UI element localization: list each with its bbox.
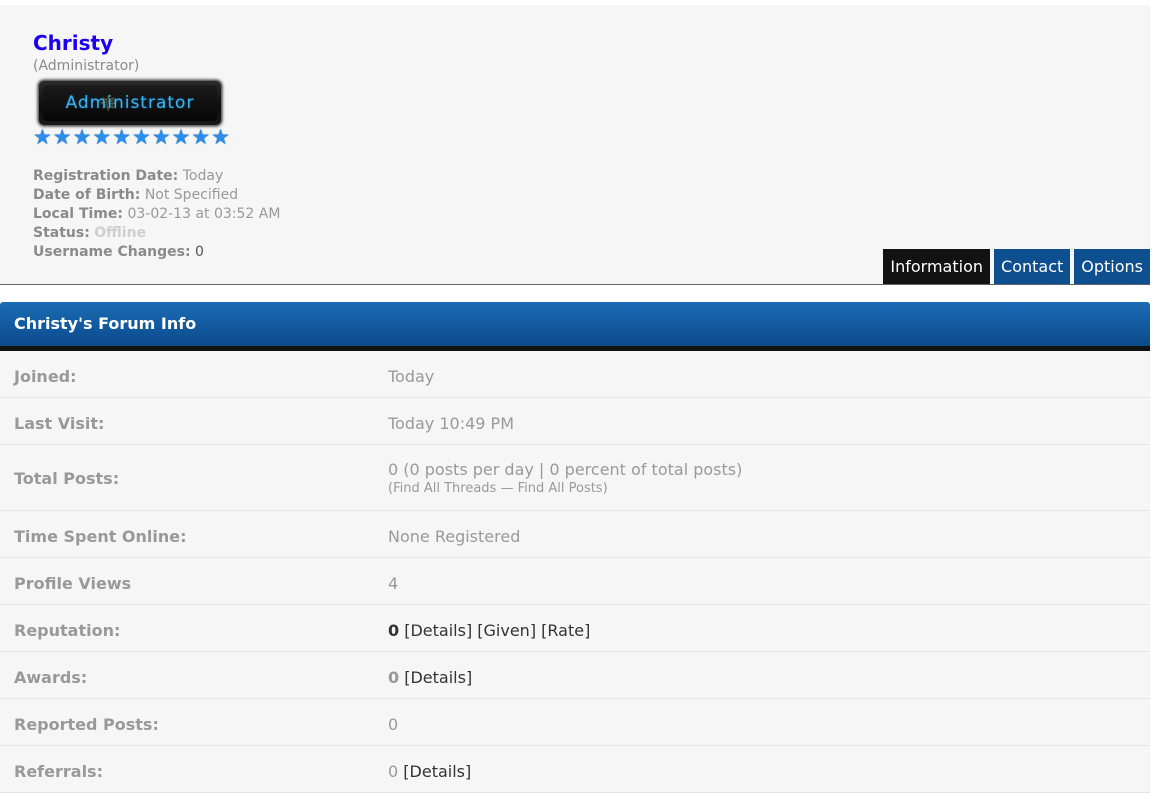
last-visit-label: Last Visit: — [14, 414, 105, 433]
star-icon: ★ — [191, 125, 211, 149]
forum-info-title: Christy's Forum Info — [0, 302, 1150, 351]
tab-contact[interactable]: Contact — [994, 249, 1071, 284]
referrals-details-link[interactable]: [Details] — [403, 762, 471, 781]
reported-posts-row: Reported Posts: 0 — [0, 699, 1150, 746]
reputation-rate-link[interactable]: [Rate] — [541, 621, 590, 640]
profile-tabs: Information Contact Options — [883, 249, 1150, 284]
referrals-value: 0 — [388, 762, 399, 781]
star-icon: ★ — [151, 125, 171, 149]
time-online-row: Time Spent Online: None Registered — [0, 511, 1150, 558]
awards-row: Awards: 0 [Details] — [0, 652, 1150, 699]
find-all-posts-link[interactable]: Find All Posts — [518, 481, 603, 496]
last-visit-value: Today 10:49 PM — [388, 414, 515, 433]
date-of-birth-value: Not Specified — [144, 187, 239, 203]
registration-date-label: Registration Date: — [33, 168, 179, 184]
awards-value: 0 — [388, 668, 400, 687]
date-of-birth-row: Date of Birth: Not Specified — [33, 186, 280, 205]
reputation-given-link[interactable]: [Given] — [477, 621, 536, 640]
reputation-row: Reputation: 0 [Details] [Given] [Rate] — [0, 605, 1150, 652]
star-icon: ★ — [131, 125, 151, 149]
tab-options[interactable]: Options — [1074, 249, 1150, 284]
reputation-value: 0 — [388, 621, 400, 640]
joined-row: Joined: Today — [0, 351, 1150, 398]
time-online-value: None Registered — [388, 527, 521, 546]
status-value: Offline — [94, 225, 147, 241]
joined-value: Today — [388, 367, 435, 386]
profile-header: Christy (Administrator) ✵ Administrator … — [0, 5, 1150, 285]
profile-details: Registration Date: Today Date of Birth: … — [33, 167, 280, 262]
status-row: Status: Offline — [33, 224, 280, 243]
find-separator: — — [496, 481, 518, 496]
forum-info-panel: Christy's Forum Info Joined: Today Last … — [0, 302, 1150, 793]
referrals-row: Referrals: 0 [Details] — [0, 746, 1150, 793]
profile-views-value: 4 — [388, 574, 399, 593]
find-links: (Find All Threads — Find All Posts) — [388, 481, 608, 496]
username-changes-row: Username Changes: 0 — [33, 243, 280, 262]
star-icon: ★ — [52, 125, 72, 149]
star-icon: ★ — [33, 125, 52, 149]
star-icon: ★ — [92, 125, 112, 149]
referrals-values: 0 [Details] — [388, 762, 471, 781]
time-online-label: Time Spent Online: — [14, 527, 187, 546]
local-time-row: Local Time: 03-02-13 at 03:52 AM — [33, 205, 280, 224]
total-posts-value: 0 (0 posts per day | 0 percent of total … — [388, 460, 743, 479]
awards-label: Awards: — [14, 668, 88, 687]
profile-views-row: Profile Views 4 — [0, 558, 1150, 605]
profile-views-label: Profile Views — [14, 574, 132, 593]
total-posts-row: Total Posts: 0 (0 posts per day | 0 perc… — [0, 445, 1150, 511]
reported-posts-label: Reported Posts: — [14, 715, 159, 734]
profile-username[interactable]: Christy — [33, 31, 113, 55]
local-time-label: Local Time: — [33, 206, 123, 222]
awards-details-link[interactable]: [Details] — [404, 668, 472, 687]
group-badge-image: ✵ Administrator — [38, 80, 222, 126]
find-all-threads-link[interactable]: Find All Threads — [393, 481, 496, 496]
tab-information[interactable]: Information — [883, 249, 991, 284]
username-changes-label: Username Changes: — [33, 244, 191, 260]
date-of-birth-label: Date of Birth: — [33, 187, 141, 203]
reputation-details-link[interactable]: [Details] — [404, 621, 472, 640]
star-icon: ★ — [112, 125, 132, 149]
find-close-paren: ) — [602, 481, 608, 496]
reputation-label: Reputation: — [14, 621, 121, 640]
total-posts-label: Total Posts: — [14, 469, 120, 488]
star-icon: ★ — [72, 125, 92, 149]
reputation-values: 0 [Details] [Given] [Rate] — [388, 621, 590, 640]
star-icon: ★ — [171, 125, 191, 149]
joined-label: Joined: — [14, 367, 77, 386]
last-visit-row: Last Visit: Today 10:49 PM — [0, 398, 1150, 445]
awards-values: 0 [Details] — [388, 668, 472, 687]
reported-posts-value: 0 — [388, 715, 399, 734]
star-icon: ★ — [211, 125, 230, 149]
status-label: Status: — [33, 225, 90, 241]
registration-date-value: Today — [182, 168, 224, 184]
group-badge-label: Administrator — [65, 93, 195, 113]
registration-date-row: Registration Date: Today — [33, 167, 280, 186]
username-changes-value: 0 — [195, 244, 204, 260]
rank-stars: ★ ★ ★ ★ ★ ★ ★ ★ ★ ★ — [33, 125, 231, 149]
referrals-label: Referrals: — [14, 762, 103, 781]
profile-usertitle: (Administrator) — [33, 58, 140, 74]
local-time-value: 03-02-13 at 03:52 AM — [127, 206, 281, 222]
